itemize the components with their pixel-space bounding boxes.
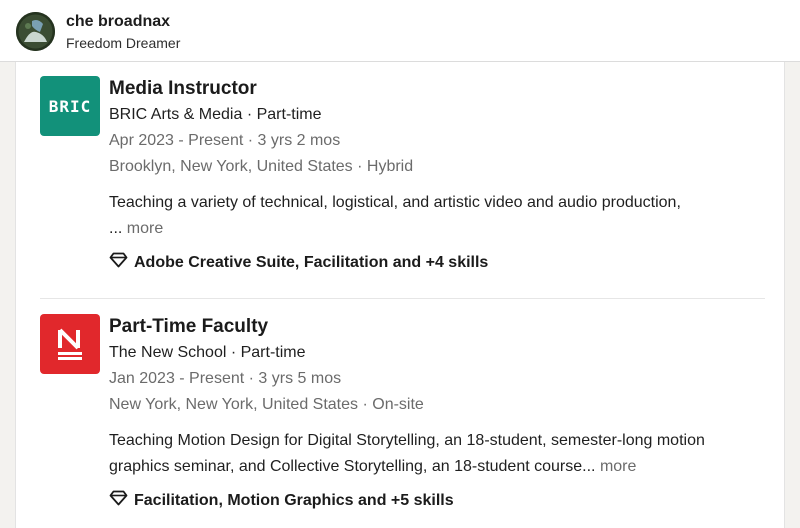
job-title: Part-Time Faculty: [109, 316, 269, 337]
job-title: Media Instructor: [109, 78, 257, 99]
job-dates: Apr 2023 - Present · 3 yrs 2 mos: [109, 132, 341, 149]
job-location: Brooklyn, New York, United States · Hybr…: [109, 158, 414, 175]
see-more-button[interactable]: more: [127, 220, 163, 237]
job-dates: Jan 2023 - Present · 3 yrs 5 mos: [109, 370, 342, 387]
description-line-2: graphics seminar, and Collective Storyte…: [109, 454, 769, 480]
skills-link[interactable]: Adobe Creative Suite, Facilitation and +…: [109, 252, 769, 273]
profile-name: che broadnax: [66, 13, 171, 30]
job-location: New York, New York, United States · On-s…: [109, 396, 424, 413]
description-ellipsis: ...: [109, 220, 123, 237]
company-line: The New School · Part-time: [109, 344, 306, 361]
description-text: graphics seminar, and Collective Storyte…: [109, 458, 596, 475]
skills-label: Adobe Creative Suite, Facilitation and +…: [134, 253, 489, 271]
description-line-1: Teaching Motion Design for Digital Story…: [109, 432, 705, 449]
avatar[interactable]: [16, 12, 55, 51]
skills-label: Facilitation, Motion Graphics and +5 ski…: [134, 491, 454, 509]
description-line-1: Teaching a variety of technical, logisti…: [109, 194, 681, 211]
see-more-button[interactable]: more: [600, 458, 636, 475]
company-line: BRIC Arts & Media · Part-time: [109, 106, 322, 123]
skills-link[interactable]: Facilitation, Motion Graphics and +5 ski…: [109, 490, 769, 511]
job-description: Teaching a variety of technical, logisti…: [109, 190, 769, 242]
diamond-icon: [109, 252, 128, 273]
description-line-2: ... more: [109, 216, 769, 242]
divider: [40, 298, 765, 299]
experience-card: BRIC Media Instructor BRIC Arts & Media …: [15, 62, 785, 528]
profile-headline: Freedom Dreamer: [66, 35, 181, 51]
experience-details: Media Instructor BRIC Arts & Media · Par…: [109, 76, 769, 273]
experience-details: Part-Time Faculty The New School · Part-…: [109, 314, 769, 511]
diamond-icon: [109, 490, 128, 511]
bric-logo[interactable]: BRIC: [40, 76, 100, 136]
profile-header: che broadnax Freedom Dreamer: [0, 0, 800, 62]
new-school-logo[interactable]: [40, 314, 100, 374]
job-description: Teaching Motion Design for Digital Story…: [109, 428, 769, 480]
